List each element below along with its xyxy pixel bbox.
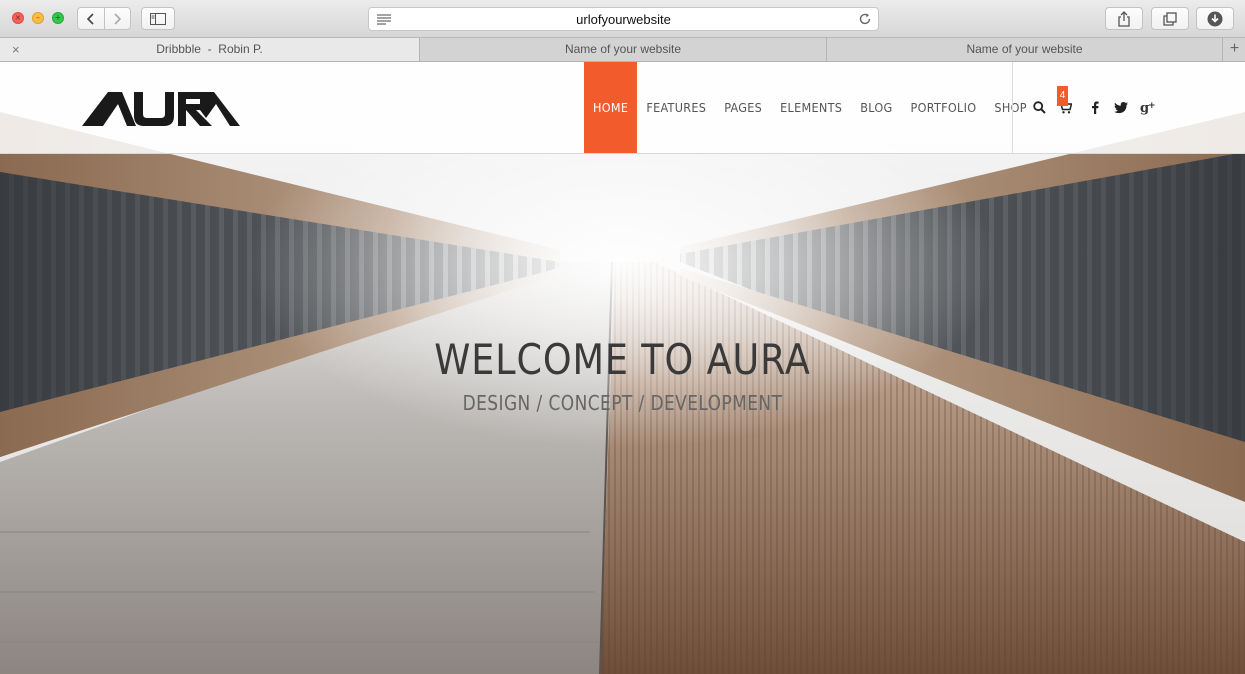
downloads-button[interactable] xyxy=(1196,7,1234,30)
tabs-overview-icon xyxy=(1163,11,1177,26)
tab-bar: × Dribbble - Robin P. Name of your websi… xyxy=(0,38,1245,62)
google-plus-link[interactable]: g + xyxy=(1134,95,1160,121)
share-button[interactable] xyxy=(1105,7,1143,30)
history-nav xyxy=(77,7,131,30)
svg-text:+: + xyxy=(1148,101,1155,111)
tab-label: Dribbble - Robin P. xyxy=(156,42,263,56)
facebook-link[interactable] xyxy=(1082,95,1108,121)
reload-icon[interactable] xyxy=(858,12,872,26)
aura-logo[interactable] xyxy=(82,88,242,133)
address-bar[interactable]: urlofyourwebsite xyxy=(368,7,879,31)
logo-graphic xyxy=(82,92,240,126)
close-tab-icon[interactable]: × xyxy=(12,38,20,61)
header-icons: g + xyxy=(1026,62,1160,153)
nav-home[interactable]: HOME xyxy=(584,62,638,153)
tab-website-1[interactable]: Name of your website xyxy=(419,38,826,61)
nav-portfolio[interactable]: PORTFOLIO xyxy=(902,62,986,153)
facebook-icon xyxy=(1092,101,1099,114)
tabs-overview-button[interactable] xyxy=(1151,7,1189,30)
sidebar-button[interactable] xyxy=(141,7,175,30)
download-icon xyxy=(1207,11,1223,26)
tab-label: Name of your website xyxy=(564,42,682,56)
search-icon xyxy=(1032,101,1046,114)
twitter-link[interactable] xyxy=(1108,95,1134,121)
nav-features[interactable]: FEATURES xyxy=(637,62,715,153)
search-button[interactable] xyxy=(1026,95,1052,121)
url-text: urlofyourwebsite xyxy=(576,12,671,27)
back-icon xyxy=(86,12,94,25)
nav-pages[interactable]: PAGES xyxy=(715,62,771,153)
browser-toolbar: × – + urlofyourwebsite xyxy=(0,0,1245,38)
hero-text-block: WELCOME TO AURA DESIGN / CONCEPT / DEVEL… xyxy=(0,334,1245,416)
minimize-window-button[interactable]: – xyxy=(32,12,44,24)
tab-website-2[interactable]: Name of your website xyxy=(826,38,1222,61)
sidebar-icon xyxy=(150,12,166,25)
main-navigation: HOME FEATURES PAGES ELEMENTS BLOG PORTFO… xyxy=(584,62,1036,153)
nav-blog[interactable]: BLOG xyxy=(851,62,901,153)
site-header: HOME FEATURES PAGES ELEMENTS BLOG PORTFO… xyxy=(0,62,1245,154)
nav-divider xyxy=(1012,62,1013,153)
share-icon xyxy=(1118,10,1130,27)
forward-button[interactable] xyxy=(103,8,131,29)
hero-title: WELCOME TO AURA xyxy=(434,335,811,384)
nav-elements[interactable]: ELEMENTS xyxy=(771,62,851,153)
google-plus-icon: g+ xyxy=(1140,101,1155,115)
tab-label: Name of your website xyxy=(966,42,1083,56)
cart-count-badge: 4 xyxy=(1057,86,1068,106)
new-tab-button[interactable]: + xyxy=(1222,38,1245,61)
close-window-button[interactable]: × xyxy=(12,12,24,24)
website-viewport: HOME FEATURES PAGES ELEMENTS BLOG PORTFO… xyxy=(0,62,1245,674)
tab-dribbble[interactable]: × Dribbble - Robin P. xyxy=(0,38,419,61)
twitter-icon xyxy=(1114,101,1128,113)
forward-icon xyxy=(114,12,122,25)
hero-subtitle: DESIGN / CONCEPT / DEVELOPMENT xyxy=(462,391,783,415)
zoom-window-button[interactable]: + xyxy=(52,12,64,24)
back-button[interactable] xyxy=(78,8,104,29)
